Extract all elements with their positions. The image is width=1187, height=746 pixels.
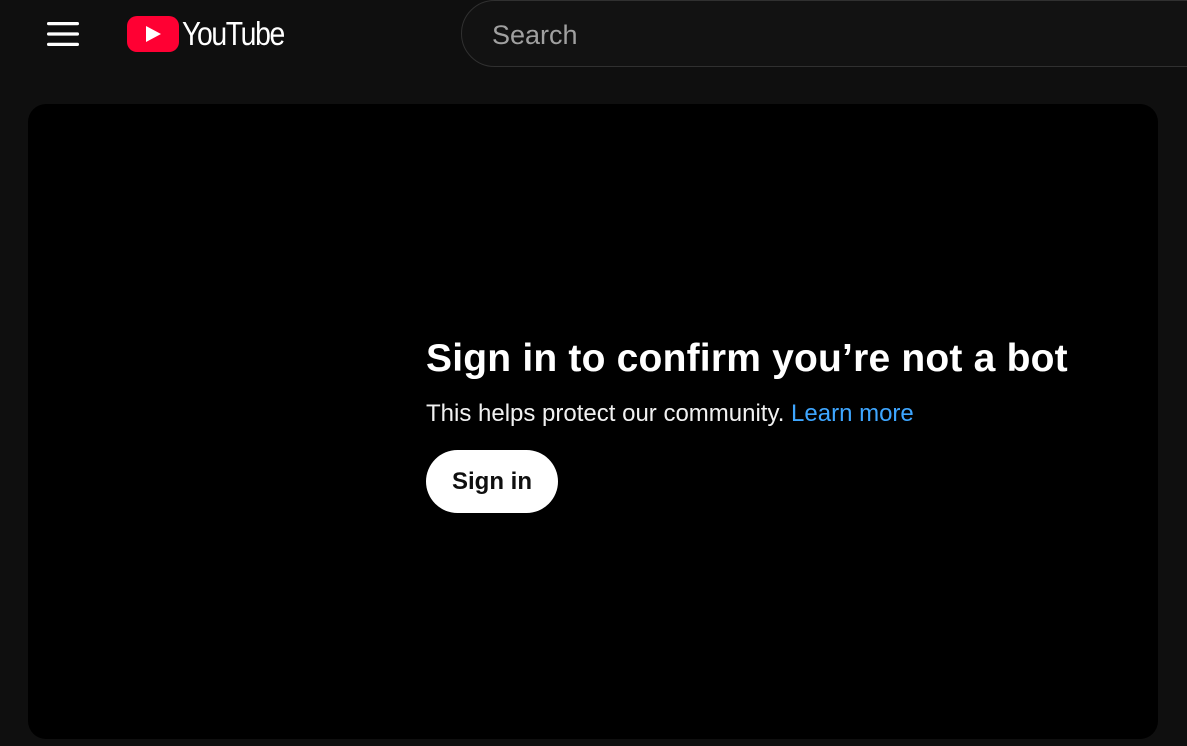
subtext-label: This helps protect our community. (426, 400, 792, 427)
logo-wordmark: YouTube (182, 15, 285, 52)
learn-more-link[interactable]: Learn more (791, 400, 914, 427)
bot-check-message: Sign in to confirm you’re not a bot This… (426, 333, 1126, 429)
sign-in-button[interactable]: Sign in (426, 450, 558, 513)
message-subtext: This helps protect our community. Learn … (426, 399, 1126, 429)
page-title: Sign in to confirm you’re not a bot (426, 337, 1068, 380)
search-input[interactable] (490, 13, 1174, 57)
hamburger-menu-icon (47, 21, 79, 47)
youtube-play-icon (127, 16, 179, 52)
search-box (461, 0, 1187, 67)
youtube-logo[interactable]: YouTube (127, 15, 300, 53)
menu-button[interactable] (40, 12, 86, 56)
top-bar: YouTube (0, 0, 1187, 68)
